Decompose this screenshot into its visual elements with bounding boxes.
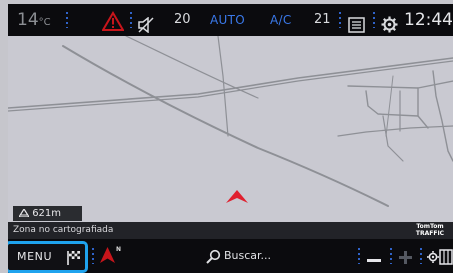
search-icon [206,249,221,264]
tomtom-traffic-logo: TomTom TRAFFIC [411,223,449,237]
notes-icon[interactable] [348,12,366,33]
temperature-readout[interactable]: 14°C [17,4,51,36]
separator [420,248,422,264]
hazard-icon[interactable] [101,10,125,31]
mute-icon[interactable] [138,12,155,34]
temperature-unit: °C [38,17,51,28]
north-label: N [116,246,122,253]
separator [373,12,375,28]
infotainment-screen: 14°C 20 AUTO A/C 21 12:44 621m Zona no c… [8,4,453,273]
zoom-out-button[interactable] [367,239,381,273]
map-settings-button[interactable] [427,248,453,268]
temperature-value: 14 [17,10,39,30]
menu-button[interactable]: MENU [8,241,88,273]
map-status-message: Zona no cartografiada [13,225,114,235]
volume-level[interactable]: 21 [314,4,331,36]
map-settings-icon [427,249,453,265]
plus-icon [399,251,412,264]
north-compass-button[interactable]: N [100,246,121,268]
separator [130,12,132,28]
separator [66,12,68,28]
clock: 12:44 [404,10,453,30]
north-arrow-icon [100,247,115,263]
map-scale-value: 621m [32,208,62,219]
bottom-bar: MENU N Buscar... [8,239,453,273]
search-field[interactable]: Buscar... [206,239,271,273]
menu-label: MENU [17,250,53,263]
search-placeholder: Buscar... [224,249,272,262]
fan-level[interactable]: 20 [174,4,191,36]
separator [390,248,392,264]
separator [339,12,341,28]
position-arrow-icon [226,190,248,203]
traffic-label: TRAFFIC [415,230,445,237]
tomtom-brand: TomTom [416,223,444,230]
separator [92,248,94,264]
minus-icon [367,259,381,262]
scale-icon [17,207,31,218]
map-scale: 621m [13,206,82,221]
navigation-map[interactable]: 621m Zona no cartografiada TomTom TRAFFI… [8,36,453,239]
nav-flag-icon [67,251,80,265]
status-bar: 14°C 20 AUTO A/C 21 12:44 [8,4,453,36]
zoom-in-button[interactable] [399,239,412,273]
separator [358,248,360,264]
map-status-line: Zona no cartografiada [8,222,453,239]
settings-icon[interactable] [381,12,398,33]
climate-auto-button[interactable]: AUTO [210,4,245,36]
ac-button[interactable]: A/C [270,4,292,36]
